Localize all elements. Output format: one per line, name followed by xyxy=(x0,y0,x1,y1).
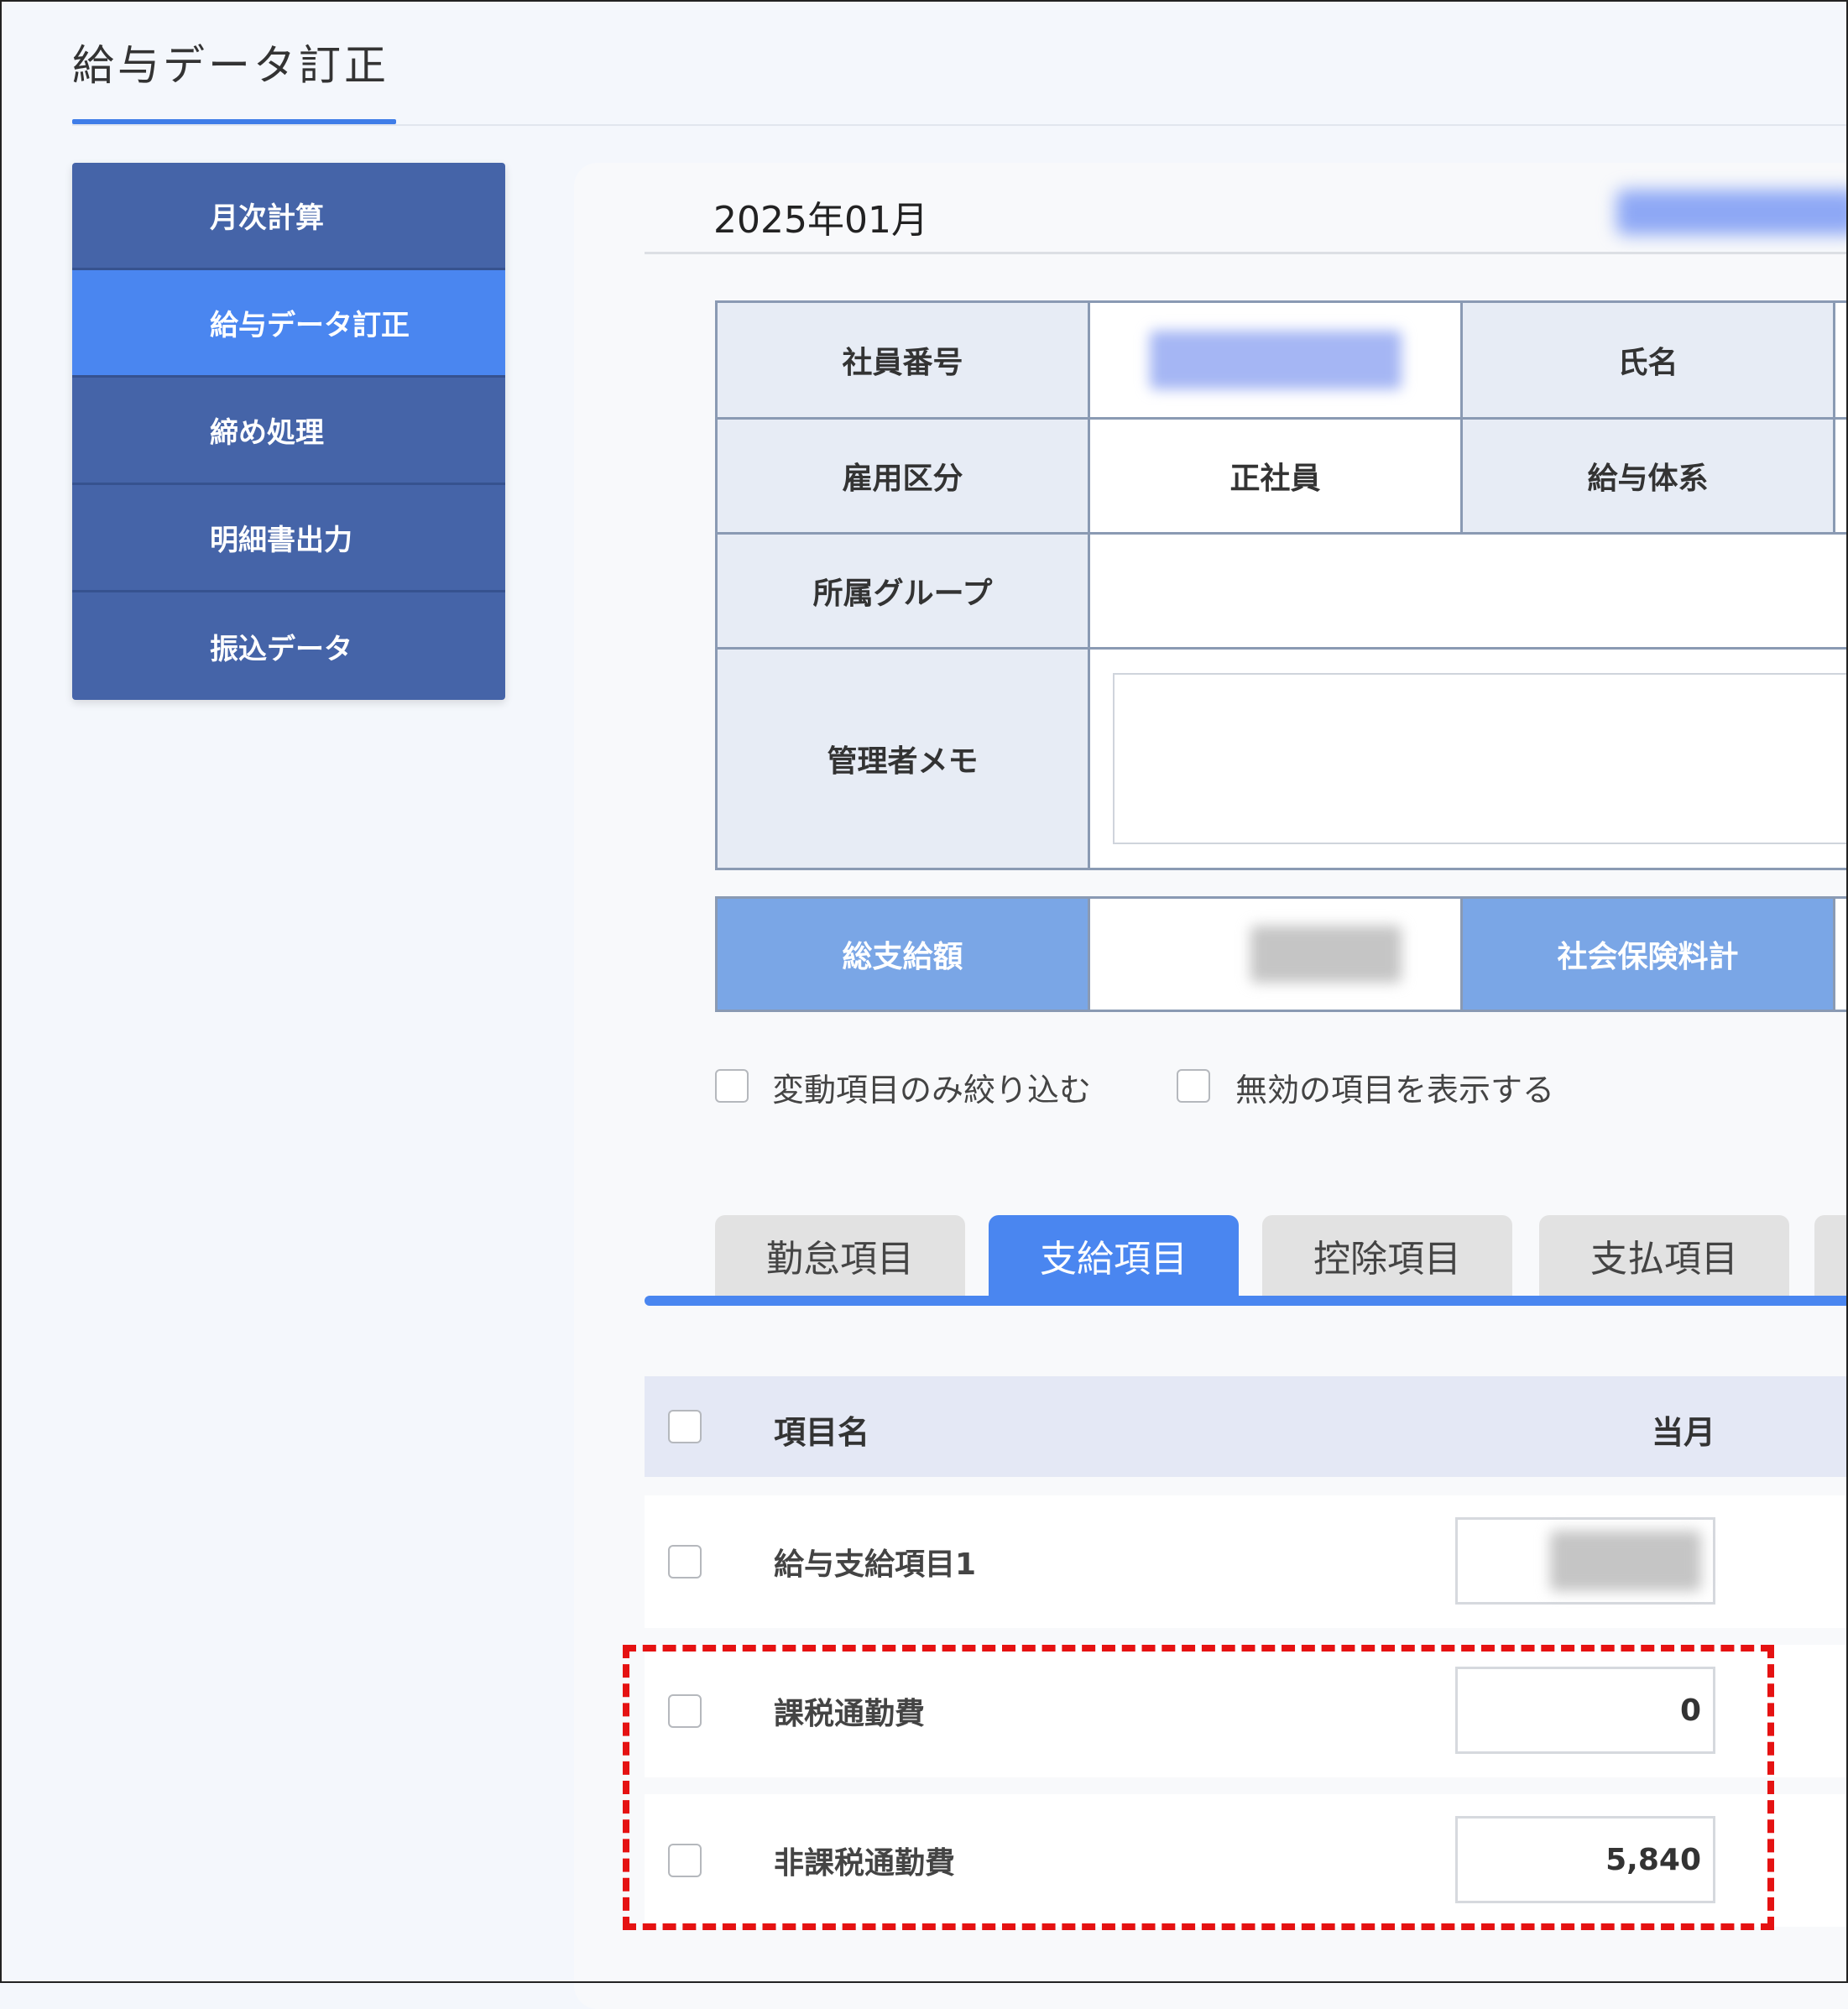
row-item-name: 給与支給項目1 xyxy=(774,1547,977,1582)
sidebar-menu: 月次計算 給与データ訂正 締め処理 明細書出力 振込データ xyxy=(72,163,505,700)
salary-system-label: 給与体系 xyxy=(1460,417,1835,535)
memo-label: 管理者メモ xyxy=(715,647,1090,870)
table-row: 非課税通勤費 5,840 xyxy=(645,1794,1848,1927)
show-invalid-checkbox[interactable] xyxy=(1177,1069,1210,1103)
redacted-employee-number xyxy=(1149,331,1402,389)
sidebar-item-payroll-correction[interactable]: 給与データ訂正 xyxy=(72,270,505,378)
tab-disbursement-items[interactable]: 支払項目 xyxy=(1539,1215,1789,1296)
row-item-name: 非課税通勤費 xyxy=(774,1846,956,1881)
gross-pay-value xyxy=(1088,896,1463,1012)
row-checkbox[interactable] xyxy=(668,1844,702,1877)
sidebar-item-statement-output[interactable]: 明細書出力 xyxy=(72,485,505,592)
redacted-gross-pay xyxy=(1250,926,1402,983)
sidebar-item-closing[interactable]: 締め処理 xyxy=(72,378,505,485)
title-divider xyxy=(72,124,1848,126)
row-checkbox[interactable] xyxy=(668,1694,702,1728)
tab-payment-items[interactable]: 支給項目 xyxy=(989,1215,1239,1296)
salary-system-value xyxy=(1833,417,1848,535)
table-row: 課税通勤費 0 xyxy=(645,1645,1848,1777)
table-row: 給与支給項目1 xyxy=(645,1495,1848,1628)
row-amount-input[interactable]: 0 xyxy=(1455,1667,1715,1754)
page-title: 給与データ訂正 xyxy=(72,41,389,90)
filter-variable-checkbox[interactable] xyxy=(715,1069,749,1103)
social-insurance-value xyxy=(1833,896,1848,1012)
month-label: 2025年01月 xyxy=(713,199,928,242)
row-checkbox[interactable] xyxy=(668,1545,702,1578)
gross-pay-label: 総支給額 xyxy=(715,896,1090,1012)
social-insurance-label: 社会保険料計 xyxy=(1460,896,1835,1012)
tab-deduction-items[interactable]: 控除項目 xyxy=(1262,1215,1512,1296)
name-value xyxy=(1833,300,1848,420)
row-amount-input[interactable] xyxy=(1455,1517,1715,1605)
month-divider xyxy=(645,252,1848,254)
redacted-amount xyxy=(1550,1531,1701,1591)
employee-number-value xyxy=(1088,300,1463,420)
tab-underline xyxy=(645,1296,1848,1306)
item-name-header: 項目名 xyxy=(774,1414,870,1451)
group-label: 所属グループ xyxy=(715,532,1090,650)
tab-next-partial[interactable] xyxy=(1814,1215,1848,1296)
name-label: 氏名 xyxy=(1460,300,1835,420)
tab-attendance-items[interactable]: 勤怠項目 xyxy=(715,1215,965,1296)
table-header: 項目名 当月 xyxy=(645,1376,1848,1477)
select-all-checkbox[interactable] xyxy=(668,1410,702,1443)
filter-variable-label[interactable]: 変動項目のみ絞り込む xyxy=(772,1064,1091,1110)
current-month-header: 当月 xyxy=(1652,1414,1716,1451)
redacted-header-button[interactable] xyxy=(1616,190,1848,235)
employment-type-label: 雇用区分 xyxy=(715,417,1090,535)
sidebar-item-monthly-calculation[interactable]: 月次計算 xyxy=(72,163,505,270)
employment-type-value: 正社員 xyxy=(1088,417,1463,535)
memo-textarea[interactable] xyxy=(1113,673,1848,844)
title-underline xyxy=(72,119,396,124)
group-value xyxy=(1088,532,1848,650)
row-item-name: 課税通勤費 xyxy=(774,1697,926,1731)
row-amount-input[interactable]: 5,840 xyxy=(1455,1816,1715,1903)
show-invalid-label[interactable]: 無効の項目を表示する xyxy=(1235,1064,1554,1110)
sidebar-item-transfer-data[interactable]: 振込データ xyxy=(72,592,505,700)
employee-number-label: 社員番号 xyxy=(715,300,1090,420)
